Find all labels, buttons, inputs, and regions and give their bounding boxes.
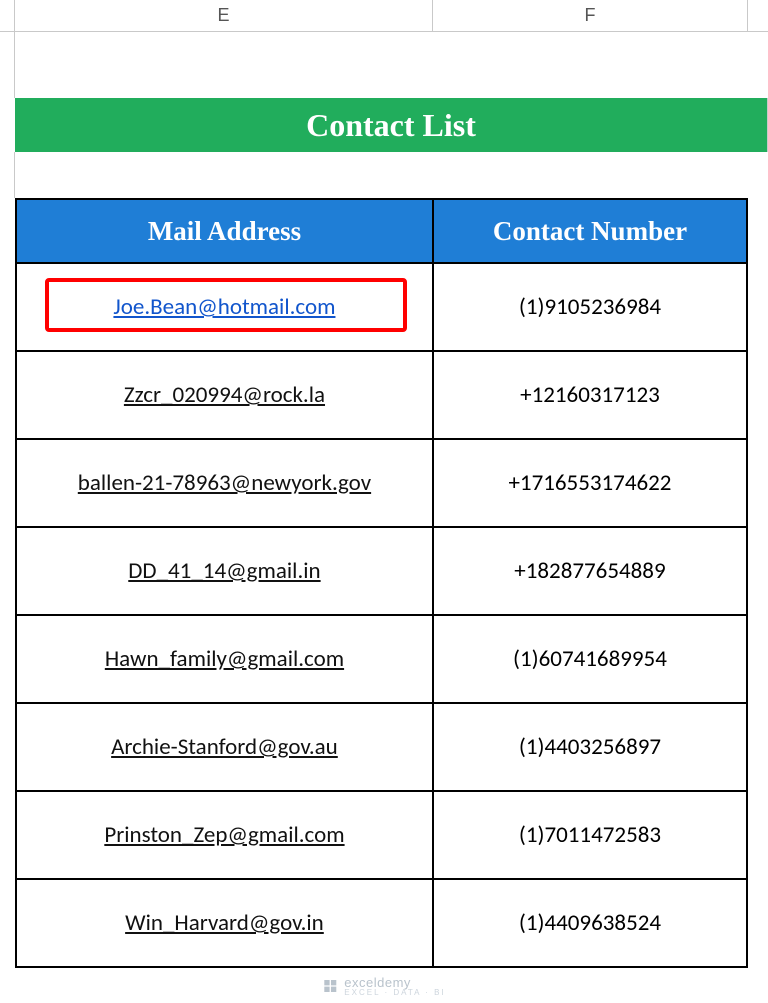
mail-link[interactable]: Zzcr_020994@rock.la xyxy=(124,381,325,409)
blank-row-1 xyxy=(0,32,768,98)
cell-mail[interactable]: Zzcr_020994@rock.la xyxy=(16,351,433,439)
table-header-row: Mail Address Contact Number xyxy=(16,199,747,263)
header-contact[interactable]: Contact Number xyxy=(433,199,747,263)
contact-table: Mail Address Contact Number Joe.Bean@hot… xyxy=(15,198,748,968)
table-row: Prinston_Zep@gmail.com (1)7011472583 xyxy=(16,791,747,879)
mail-link[interactable]: Win_Harvard@gov.in xyxy=(125,909,324,937)
watermark-text: exceldemy EXCEL · DATA · BI xyxy=(344,975,445,997)
title-bar: Contact List xyxy=(15,98,768,152)
table-row: Joe.Bean@hotmail.com (1)9105236984 xyxy=(16,263,747,351)
cell-contact[interactable]: (1)4409638524 xyxy=(433,879,747,967)
cell-contact[interactable]: (1)4403256897 xyxy=(433,703,747,791)
table-row: Win_Harvard@gov.in (1)4409638524 xyxy=(16,879,747,967)
mail-link[interactable]: Archie-Stanford@gov.au xyxy=(111,733,338,761)
mail-link[interactable]: Prinston_Zep@gmail.com xyxy=(104,821,344,849)
cell-mail[interactable]: ballen-21-78963@newyork.gov xyxy=(16,439,433,527)
spreadsheet-column-headers: E F xyxy=(0,0,768,32)
cell-mail[interactable]: Archie-Stanford@gov.au xyxy=(16,703,433,791)
cell-mail[interactable]: Hawn_family@gmail.com xyxy=(16,615,433,703)
mail-link[interactable]: DD_41_14@gmail.in xyxy=(128,557,320,585)
cell-contact[interactable]: +182877654889 xyxy=(433,527,747,615)
cell-contact[interactable]: +12160317123 xyxy=(433,351,747,439)
header-stub xyxy=(0,0,15,31)
cell-mail[interactable]: Win_Harvard@gov.in xyxy=(16,879,433,967)
table-row: Hawn_family@gmail.com (1)60741689954 xyxy=(16,615,747,703)
column-header-F[interactable]: F xyxy=(433,0,748,31)
cell-contact[interactable]: (1)9105236984 xyxy=(433,263,747,351)
mail-link[interactable]: Joe.Bean@hotmail.com xyxy=(113,293,335,321)
watermark-logo-icon xyxy=(322,978,338,994)
table-row: ballen-21-78963@newyork.gov +17165531746… xyxy=(16,439,747,527)
table-row: Archie-Stanford@gov.au (1)4403256897 xyxy=(16,703,747,791)
cell-mail[interactable]: Prinston_Zep@gmail.com xyxy=(16,791,433,879)
mail-link[interactable]: ballen-21-78963@newyork.gov xyxy=(78,469,371,497)
cell-contact[interactable]: +1716553174622 xyxy=(433,439,747,527)
cell-contact[interactable]: (1)60741689954 xyxy=(433,615,747,703)
mail-link[interactable]: Hawn_family@gmail.com xyxy=(105,645,344,673)
cell-mail[interactable]: Joe.Bean@hotmail.com xyxy=(16,263,433,351)
table-row: DD_41_14@gmail.in +182877654889 xyxy=(16,527,747,615)
column-header-E[interactable]: E xyxy=(15,0,433,31)
table-row: Zzcr_020994@rock.la +12160317123 xyxy=(16,351,747,439)
header-mail[interactable]: Mail Address xyxy=(16,199,433,263)
blank-row-2 xyxy=(0,152,768,198)
cell-contact[interactable]: (1)7011472583 xyxy=(433,791,747,879)
watermark: exceldemy EXCEL · DATA · BI xyxy=(322,975,445,997)
cell-mail[interactable]: DD_41_14@gmail.in xyxy=(16,527,433,615)
